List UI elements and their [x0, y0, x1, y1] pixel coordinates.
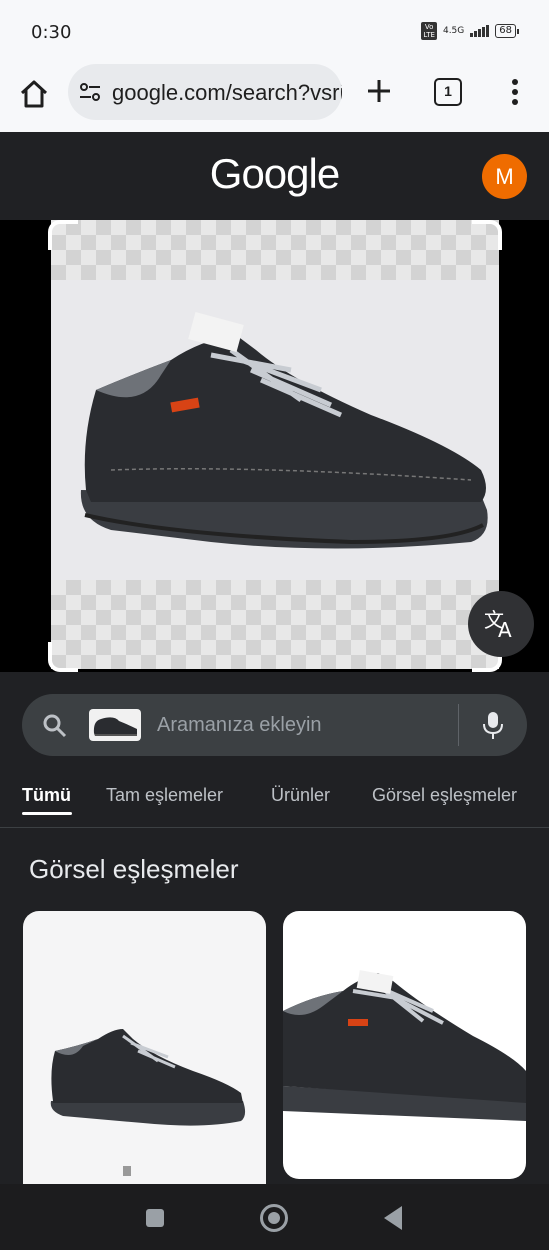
network-type: 4.5G: [442, 26, 465, 36]
translate-button[interactable]: 文 A: [468, 591, 534, 657]
home-nav-icon[interactable]: [260, 1204, 288, 1232]
crop-handle-bottom-left[interactable]: [48, 642, 78, 672]
mic-icon[interactable]: [481, 710, 505, 740]
status-time: 0:30: [31, 22, 72, 43]
browser-toolbar: google.com/search?vsrid 1: [0, 64, 549, 132]
result-image: [283, 970, 526, 1121]
back-icon[interactable]: [384, 1206, 402, 1230]
url-text: google.com/search?vsrid: [112, 80, 342, 105]
uploaded-image[interactable]: [51, 220, 499, 669]
google-header: Google M: [0, 132, 549, 220]
plus-icon[interactable]: [364, 76, 394, 106]
tab-switcher-icon[interactable]: 1: [434, 78, 462, 106]
translate-icon: 文 A: [484, 608, 512, 642]
crop-handle-top-left[interactable]: [48, 220, 78, 250]
recents-icon[interactable]: [146, 1209, 164, 1227]
svg-text:A: A: [498, 618, 512, 642]
tab-exact-matches[interactable]: Tam eşlemeler: [106, 785, 223, 806]
search-icon: [43, 714, 67, 738]
account-avatar[interactable]: M: [482, 154, 527, 199]
result-image: [50, 1029, 246, 1176]
more-vert-icon[interactable]: [506, 78, 524, 106]
signal-icon: [470, 25, 490, 37]
image-thumbnail[interactable]: [89, 709, 141, 741]
system-nav-bar: [0, 1184, 549, 1250]
battery-icon: 68: [495, 24, 519, 38]
tab-products[interactable]: Ürünler: [271, 785, 330, 806]
shoe-photo: [51, 280, 499, 580]
google-logo[interactable]: Google: [0, 150, 549, 198]
result-card[interactable]: [283, 911, 526, 1179]
home-icon[interactable]: [18, 78, 50, 110]
status-bar: 0:30 Vo LTE 4.5G 68: [0, 0, 549, 64]
crop-handle-top-right[interactable]: [472, 220, 502, 250]
tab-active-indicator: [22, 812, 72, 815]
tab-all[interactable]: Tümü: [22, 785, 71, 806]
lens-image-area: 文 A: [0, 220, 549, 672]
search-placeholder: Aramanıza ekleyin: [157, 714, 322, 736]
result-card[interactable]: [23, 911, 266, 1191]
lens-search-box[interactable]: Aramanıza ekleyin: [22, 694, 527, 756]
search-divider: [458, 704, 459, 746]
section-title: Görsel eşleşmeler: [29, 854, 239, 884]
tab-visual-matches[interactable]: Görsel eşleşmeler: [372, 785, 517, 806]
battery-level: 68: [495, 24, 516, 38]
filter-tabs: Tümü Tam eşlemeler Ürünler Görsel eşleşm…: [0, 772, 549, 828]
address-bar[interactable]: google.com/search?vsrid: [68, 64, 342, 120]
site-settings-icon[interactable]: [79, 82, 101, 102]
status-icons: Vo LTE 4.5G 68: [421, 22, 519, 40]
volte-icon: Vo LTE: [421, 22, 437, 40]
